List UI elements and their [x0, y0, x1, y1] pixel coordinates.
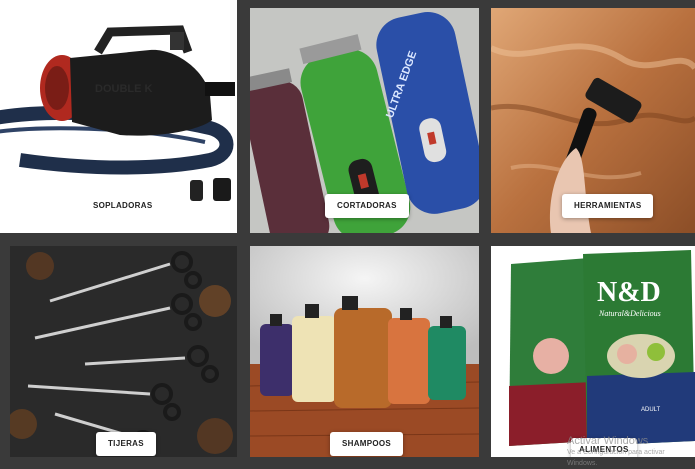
food-sub-text: Natural&Delicious	[598, 309, 661, 318]
category-label[interactable]: TIJERAS	[96, 432, 156, 456]
food-bags-image: N&D Natural&Delicious ADULT	[491, 246, 695, 457]
category-tile-tijeras[interactable]: TIJERAS	[10, 246, 237, 457]
category-label[interactable]: CORTADORAS	[325, 194, 409, 218]
category-tile-herramientas[interactable]: HERRAMIENTAS	[491, 8, 695, 233]
category-tile-cortadoras[interactable]: ULTRA EDGE CORTADORAS	[250, 8, 479, 233]
shampoos-image	[250, 246, 479, 457]
scissors-image	[10, 246, 237, 457]
category-label[interactable]: HERRAMIENTAS	[562, 194, 654, 218]
category-tile-alimentos[interactable]: N&D Natural&Delicious ADULT ALIMENTOS	[491, 246, 695, 457]
svg-text:DOUBLE K: DOUBLE K	[95, 83, 153, 95]
windows-activation-watermark: Activar Windows Ve a Configuración para …	[567, 436, 695, 469]
category-tile-shampoos[interactable]: SHAMPOOS	[250, 246, 479, 457]
category-grid: DOUBLE K SOPLADORAS ULTRA EDGE CORTADORA…	[0, 0, 695, 457]
watermark-subtitle: Ve a Configuración para activar Windows.	[567, 449, 665, 467]
watermark-title: Activar Windows	[567, 435, 649, 447]
category-tile-sopladoras[interactable]: DOUBLE K SOPLADORAS	[0, 0, 237, 233]
category-label[interactable]: SOPLADORAS	[81, 194, 165, 218]
food-variant-text: ADULT	[641, 407, 661, 413]
food-brand-text: N&D	[597, 277, 661, 308]
category-label[interactable]: SHAMPOOS	[330, 432, 404, 456]
